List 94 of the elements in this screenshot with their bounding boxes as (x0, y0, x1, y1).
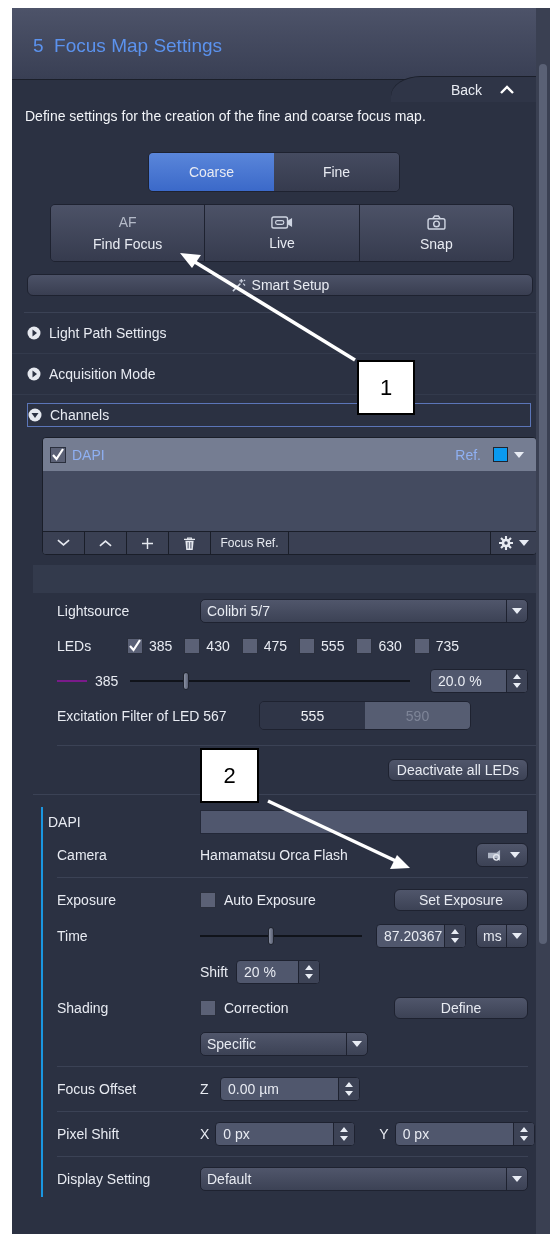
spin-icon (519, 1127, 528, 1141)
mode-tab[interactable]: Coarse (149, 153, 274, 191)
checkbox-label: 475 (263, 637, 288, 654)
smart-setup-button[interactable]: Smart Setup (27, 274, 533, 296)
checkbox-label: 630 (378, 637, 402, 654)
caret-icon (512, 933, 522, 939)
time-field[interactable]: 87.20367 (376, 924, 466, 948)
caret-icon (514, 451, 524, 458)
back-button[interactable]: Back (390, 76, 536, 102)
field-label: Lightsource (57, 602, 131, 619)
field-label: Camera (57, 847, 108, 863)
field-label: LEDs (57, 637, 93, 654)
scrollbar-thumb[interactable] (539, 64, 547, 944)
ref-label: Ref. (455, 446, 481, 463)
camera-menu-button[interactable] (476, 843, 528, 867)
caret-icon (518, 540, 529, 546)
camera-name: Hamamatsu Orca Flash (200, 847, 349, 863)
x-field[interactable]: 0 px (215, 1122, 356, 1146)
checkbox[interactable] (356, 637, 373, 654)
section-header[interactable]: Light Path Settings (12, 313, 536, 354)
field-label: Excitation Filter of LED 567 (57, 707, 228, 724)
z-field[interactable]: 0.00 µm (220, 1077, 360, 1101)
define-button[interactable]: Define (394, 997, 528, 1019)
channel-name: DAPI (72, 446, 106, 463)
checkbox[interactable] (200, 1000, 216, 1016)
field-label: Pixel Shift (57, 1126, 121, 1142)
intensity-field[interactable]: 20.0 % (430, 668, 528, 693)
checkbox[interactable] (200, 892, 216, 908)
caret-icon (512, 607, 522, 614)
color-swatch[interactable] (493, 447, 508, 462)
camera-icon (426, 214, 446, 230)
mode-tab[interactable]: Fine (274, 153, 399, 191)
checkbox-label: Correction (224, 1000, 289, 1016)
field-label: Shading (57, 1000, 110, 1016)
settings-icon (498, 536, 513, 550)
field-label: Focus Offset (57, 1081, 138, 1097)
trash-icon (184, 536, 195, 550)
section-header[interactable]: Channels (27, 403, 531, 427)
spin-icon (513, 673, 521, 688)
axis-label: X (200, 1126, 210, 1142)
wand-icon (230, 277, 246, 293)
track-name: DAPI (48, 814, 82, 830)
checkbox[interactable] (50, 446, 66, 463)
action-button[interactable]: Live (205, 205, 360, 261)
panel-title: 5 Focus Map Settings (33, 34, 223, 57)
description: Define settings for the creation of the fine and coarse focus map. (25, 107, 427, 126)
caret-icon (352, 1041, 362, 1047)
field-label: Display Setting (57, 1171, 152, 1187)
shift-field[interactable]: 20 % (236, 960, 320, 984)
axis-label: Z (200, 1081, 210, 1097)
spin-icon (305, 965, 313, 979)
callout-label: 1 (357, 360, 415, 415)
caret-icon (512, 1176, 522, 1182)
spin-icon (345, 1082, 353, 1096)
spin-icon (340, 1127, 349, 1141)
checkbox-label: 735 (435, 637, 460, 654)
axis-label: Y (379, 1126, 389, 1142)
checkbox[interactable] (299, 637, 316, 654)
expand-down-icon (28, 408, 42, 422)
filter-option[interactable]: 555 (260, 702, 365, 729)
chevron-up-icon (99, 539, 112, 547)
field-label: Shift (200, 964, 228, 980)
checkbox-label: Auto Exposure (224, 892, 316, 908)
checkbox[interactable] (241, 637, 258, 654)
video-camera-icon (271, 215, 293, 229)
chevron-down-icon (57, 539, 70, 547)
spin-icon (451, 929, 459, 943)
y-field[interactable]: 0 px (394, 1122, 535, 1146)
shading-dropdown[interactable]: Specific (200, 1032, 368, 1056)
wavelength-label: 385 (95, 672, 119, 689)
expand-right-icon (27, 367, 41, 381)
chevron-up-icon (500, 85, 514, 94)
checkbox[interactable] (184, 637, 201, 654)
field-label: Time (57, 928, 89, 944)
action-button[interactable]: Snap (359, 205, 513, 261)
callout-label: 2 (200, 748, 259, 803)
camera-icon (487, 848, 502, 862)
deactivate-button[interactable]: Deactivate all LEDs (387, 759, 528, 781)
checkbox-label: 385 (149, 637, 173, 654)
checkbox-label: 430 (206, 637, 230, 654)
checkbox[interactable] (413, 637, 430, 654)
unit-dropdown[interactable]: ms (476, 924, 528, 948)
plus-icon (142, 537, 153, 549)
action-button[interactable]: AF Find Focus (51, 205, 206, 261)
display-dropdown[interactable]: Default (200, 1167, 528, 1191)
name-field[interactable] (200, 810, 528, 834)
expand-right-icon (27, 326, 41, 340)
checkbox[interactable] (127, 637, 143, 654)
set-exposure-button[interactable]: Set Exposure (394, 889, 528, 911)
checkbox-label: 555 (321, 637, 345, 654)
field-label: Exposure (57, 892, 118, 908)
caret-icon (510, 852, 520, 858)
lightsource-dropdown[interactable]: Colibri 5/7 (200, 598, 528, 623)
focus-ref-button[interactable]: Focus Ref. (211, 532, 289, 554)
